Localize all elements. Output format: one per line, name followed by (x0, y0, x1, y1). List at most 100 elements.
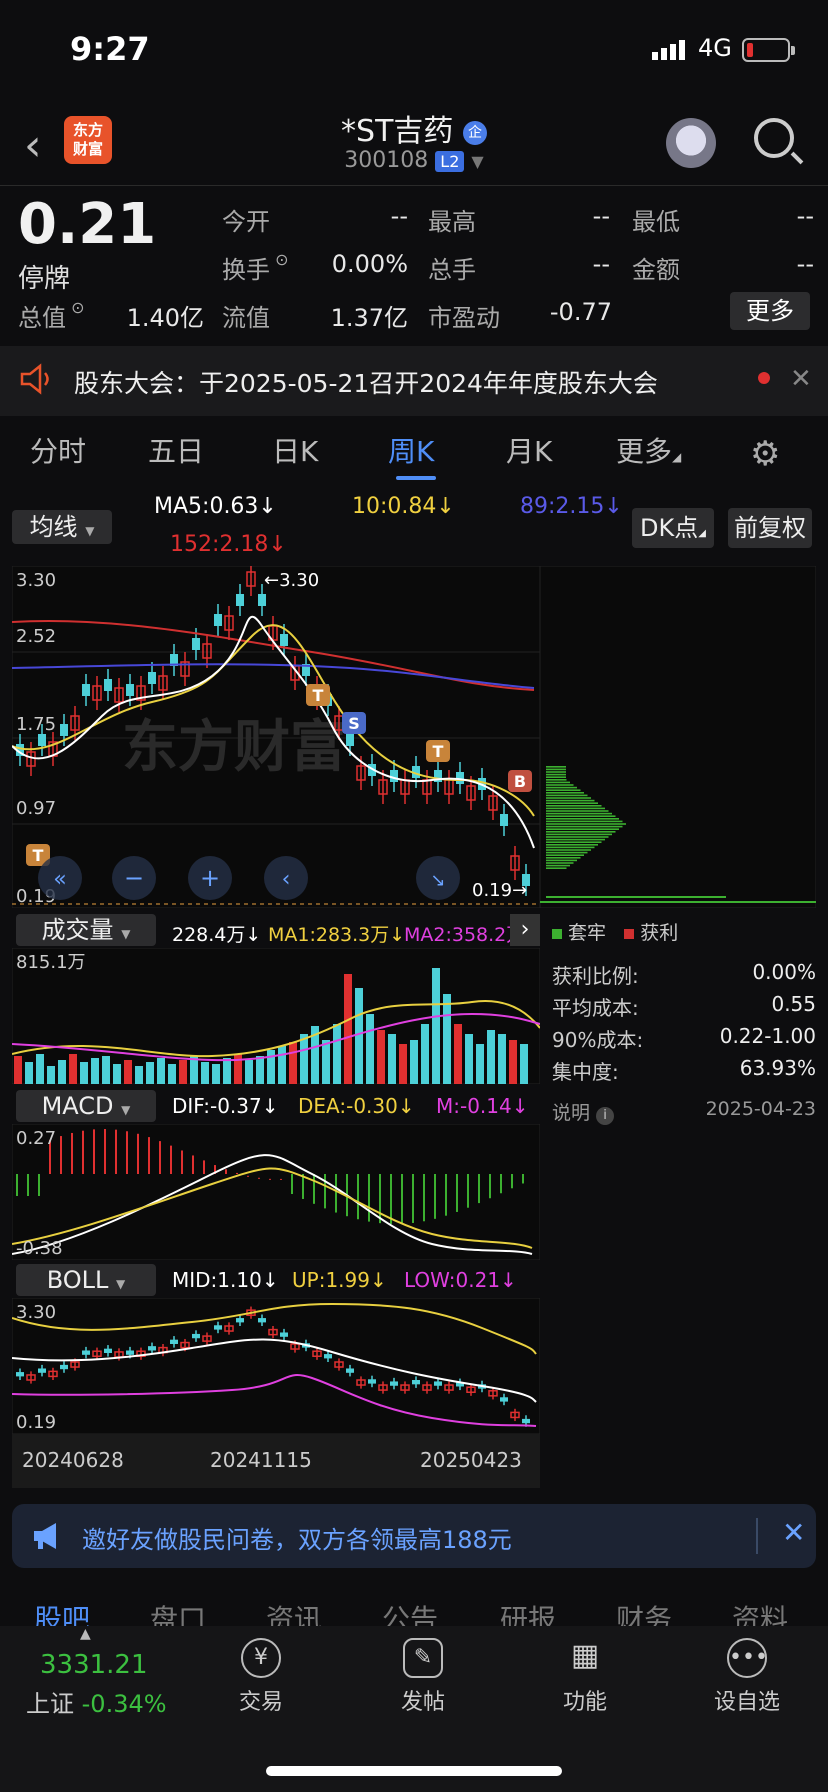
battery-icon (742, 38, 795, 62)
active-tab-indicator (396, 476, 436, 480)
notice-text: 股东大会：于2025-05-21召开2024年年度股东大会 (74, 369, 658, 398)
chip-stat-value-2: 0.55 (771, 992, 816, 1016)
quote-value-pe: -0.77 (549, 298, 612, 326)
svg-text:S: S (348, 714, 360, 733)
svg-text:−: − (124, 864, 144, 892)
chip-note[interactable]: 说明 i (552, 1098, 615, 1125)
ma152-value: 152:2.18↓ (170, 532, 287, 557)
unread-dot (758, 372, 770, 384)
quote-label-open: 今开 (222, 208, 270, 236)
tab-monthly-k[interactable]: 月K (506, 430, 552, 470)
tab-more[interactable]: 更多◢ (616, 430, 681, 470)
boll-up: UP:1.99↓ (292, 1268, 387, 1292)
quote-value-turnover: 0.00% (331, 250, 408, 278)
network-type: 4G (698, 34, 732, 62)
quote-value-high: -- (592, 202, 610, 230)
macd-m: M:-0.14↓ (436, 1094, 529, 1118)
quote-value-low: -- (796, 202, 814, 230)
banner-text: 邀好友做股民问卷，双方各领最高188元 (82, 1526, 512, 1554)
quote-value-volume: -- (592, 250, 610, 278)
volume-value: 228.4万↓ (172, 924, 262, 946)
grid-icon: ▦ (570, 1638, 600, 1673)
chip-stat-value-3: 0.22-1.00 (719, 1024, 816, 1048)
macd-select[interactable]: MACD ▼ (16, 1090, 156, 1122)
boll-mid: MID:1.10↓ (172, 1268, 279, 1292)
chip-stat-label-3: 90%成本: (552, 1028, 644, 1052)
tab-five-day[interactable]: 五日 (148, 430, 204, 470)
more-quote-button[interactable]: 更多 (730, 292, 810, 330)
ma-select[interactable]: 均线 ▼ (12, 510, 112, 544)
robot-assistant-icon[interactable] (666, 118, 716, 168)
adjust-button[interactable]: 前复权 (728, 508, 812, 548)
nav-post[interactable]: ✎ 发帖 (368, 1638, 478, 1716)
tab-weekly-k[interactable]: 周K (388, 430, 434, 470)
nav-trade[interactable]: ¥ 交易 (206, 1638, 316, 1716)
quote-label-market-cap: 总值 ⊙ (18, 298, 85, 332)
chevron-right-icon[interactable]: › (510, 914, 540, 946)
chip-stat-label-1: 获利比例: (552, 964, 639, 988)
index-value[interactable]: 3331.21 (40, 1650, 148, 1680)
boll-select[interactable]: BOLL ▼ (16, 1264, 156, 1296)
boll-bottom-label: 0.19 (16, 1412, 56, 1433)
stock-header: ‹ 东方 财富 *ST吉药 企 300108 L2 ▼ (0, 100, 828, 186)
quote-value-market-cap: 1.40亿 (126, 304, 204, 332)
period-tabs: 分时 五日 日K 周K 月K 更多◢ (0, 430, 828, 490)
nav-watchlist[interactable]: ••• 设自选 (692, 1638, 802, 1716)
boll-top-label: 3.30 (16, 1302, 56, 1323)
high-marker: ←3.30 (264, 570, 319, 591)
enterprise-badge-icon: 企 (462, 120, 487, 145)
chip-stat-value-4: 63.93% (739, 1056, 816, 1080)
volume-select[interactable]: 成交量 ▼ (16, 914, 156, 946)
macd-dif: DIF:-0.37↓ (172, 1094, 279, 1118)
search-icon[interactable] (754, 118, 794, 158)
close-icon[interactable]: ✕ (782, 1516, 805, 1549)
svg-text:+: + (200, 864, 220, 892)
quote-label-turnover: 换手 ⊙ (222, 250, 289, 284)
ma10-value: 10:0.84↓ (352, 494, 455, 519)
index-summary[interactable]: 上证 -0.34% (26, 1684, 167, 1719)
quote-label-float-cap: 流值 (222, 304, 270, 332)
quote-label-high: 最高 (428, 208, 476, 236)
quote-value-float-cap: 1.37亿 (330, 304, 408, 332)
info-icon: i (596, 1107, 615, 1125)
dk-point-button[interactable]: DK点◢ (632, 508, 714, 548)
trading-status: 停牌 (18, 264, 71, 294)
megaphone-icon (30, 1520, 66, 1556)
y-label-mid1: 2.52 (16, 626, 56, 647)
volume-max-label: 815.1万 (16, 952, 86, 973)
close-icon[interactable]: ✕ (790, 364, 812, 394)
quote-label-volume: 总手 (428, 256, 476, 284)
quote-label-amount: 金额 (632, 256, 680, 284)
svg-text:B: B (514, 772, 526, 791)
notice-bar[interactable]: 股东大会：于2025-05-21召开2024年年度股东大会 (0, 346, 828, 416)
caret-up-icon: ▲ (80, 1626, 91, 1642)
y-label-high: 3.30 (16, 570, 56, 591)
svg-text:‹: ‹ (282, 867, 291, 892)
nav-functions[interactable]: ▦ 功能 (530, 1638, 640, 1716)
survey-banner[interactable]: 邀好友做股民问卷，双方各领最高188元 ✕ (12, 1504, 816, 1568)
quote-value-open: -- (390, 202, 408, 230)
more-dots-icon: ••• (727, 1638, 768, 1678)
watermark: 东方财富 (122, 715, 346, 780)
svg-text:T: T (33, 846, 44, 865)
chip-legend: 套牢 获利 (552, 918, 678, 945)
date-label-start: 20240628 (22, 1448, 124, 1472)
status-bar: 9:27 4G (0, 0, 828, 100)
tab-intraday[interactable]: 分时 (30, 430, 86, 470)
home-indicator (266, 1766, 562, 1776)
tab-daily-k[interactable]: 日K (272, 430, 318, 470)
quote-label-pe: 市盈动 (428, 304, 500, 332)
macd-bottom-label: -0.38 (16, 1238, 63, 1259)
macd-dea: DEA:-0.30↓ (298, 1094, 415, 1118)
low-marker: 0.19→ (472, 880, 527, 901)
y-label-mid3: 0.97 (16, 798, 56, 819)
content-tabs: 股吧 盘口 资讯 公告 研报 财务 资料 (0, 1590, 828, 1636)
chip-stat-label-4: 集中度: (552, 1060, 619, 1084)
volume-chart: 815.1万 (12, 948, 540, 1084)
quote-value-amount: -- (796, 250, 814, 278)
kline-chart[interactable]: 东方财富 3.30 2.52 1.75 0.97 0.19 ←3.30 0.19… (12, 566, 540, 908)
gear-icon[interactable]: ⚙ (750, 434, 780, 474)
svg-text:T: T (433, 742, 444, 761)
svg-text:«: « (53, 867, 66, 892)
speaker-icon (18, 362, 54, 400)
